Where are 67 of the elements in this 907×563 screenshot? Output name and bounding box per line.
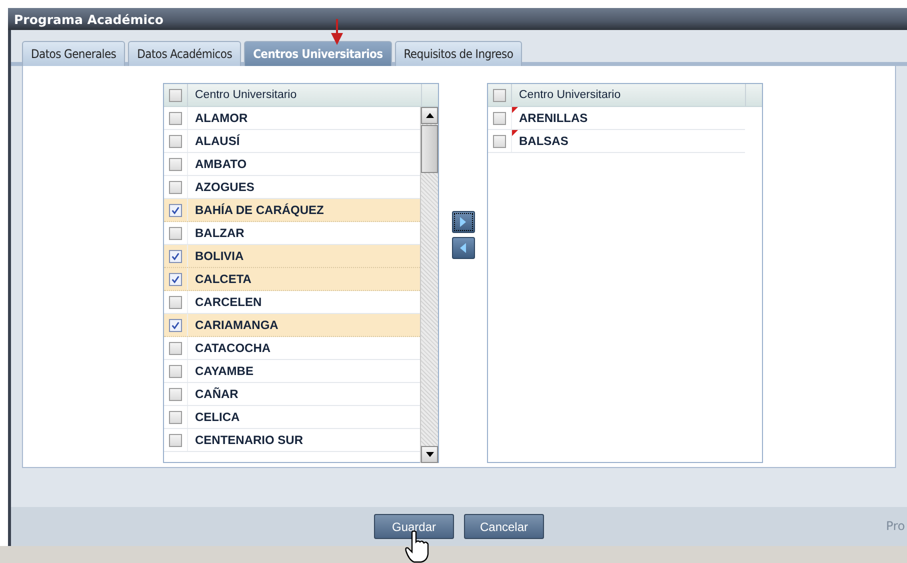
- scrollbar[interactable]: [420, 107, 438, 463]
- checkbox[interactable]: [169, 158, 182, 170]
- center-name: CARIAMANGA: [195, 318, 278, 332]
- center-name: AMBATO: [195, 157, 247, 171]
- checkbox[interactable]: [169, 342, 182, 354]
- list-row[interactable]: CAYAMBE: [164, 360, 420, 383]
- center-name: CALCETA: [195, 272, 252, 286]
- list-row[interactable]: ALAUSÍ: [164, 130, 420, 153]
- save-button[interactable]: Guardar: [374, 514, 454, 540]
- hand-cursor-icon: [405, 530, 429, 563]
- tab[interactable]: Datos Generales: [22, 41, 126, 66]
- center-name: CENTENARIO SUR: [195, 433, 304, 447]
- list-row[interactable]: CENTENARIO SUR: [164, 429, 420, 452]
- center-name: CARCELEN: [195, 295, 262, 309]
- center-name: CAYAMBE: [195, 364, 254, 378]
- left-triangle-icon: [460, 243, 466, 253]
- center-name: ALAMOR: [195, 111, 248, 125]
- list-row[interactable]: ARENILLAS: [488, 107, 745, 130]
- checkbox[interactable]: [169, 134, 182, 148]
- scrollbar-thumb[interactable]: [421, 125, 438, 173]
- checkbox[interactable]: [169, 272, 182, 286]
- tab[interactable]: Datos Académicos: [128, 41, 242, 66]
- center-name: BALSAS: [519, 134, 568, 148]
- center-name: CELICA: [195, 410, 240, 424]
- checkbox[interactable]: [169, 226, 182, 240]
- arrow-icon: [331, 19, 343, 45]
- right-triangle-icon: [460, 217, 466, 227]
- list-row[interactable]: CELICA: [164, 406, 420, 429]
- checkbox[interactable]: [169, 180, 182, 194]
- list-row[interactable]: CATACOCHA: [164, 337, 420, 360]
- list-row[interactable]: AMBATO: [164, 153, 420, 176]
- footer-text: Pro: [886, 519, 905, 534]
- tab[interactable]: Requisitos de Ingreso: [394, 41, 522, 66]
- up-arrow-icon[interactable]: [426, 113, 434, 118]
- center-name: CAÑAR: [195, 387, 238, 401]
- move-right-button[interactable]: [452, 211, 474, 233]
- center-name: CATACOCHA: [195, 341, 271, 355]
- checkbox[interactable]: [169, 112, 182, 124]
- center-name: BALZAR: [195, 226, 244, 240]
- down-arrow-icon[interactable]: [426, 452, 434, 457]
- center-name: AZOGUES: [195, 180, 254, 194]
- list-row[interactable]: BAHÍA DE CARÁQUEZ: [164, 199, 420, 222]
- checkbox[interactable]: [169, 88, 182, 102]
- list-row[interactable]: BALSAS: [488, 130, 745, 153]
- center-name: BAHÍA DE CARÁQUEZ: [195, 203, 324, 217]
- list-row[interactable]: CAÑAR: [164, 383, 420, 406]
- list-row[interactable]: BOLIVIA: [164, 245, 420, 268]
- checkbox[interactable]: [169, 204, 182, 216]
- checkbox[interactable]: [493, 88, 506, 102]
- center-name: ARENILLAS: [519, 111, 588, 125]
- checkbox[interactable]: [493, 112, 506, 124]
- checkbox[interactable]: [169, 388, 182, 400]
- checkbox[interactable]: [169, 296, 182, 308]
- list-row[interactable]: ALAMOR: [164, 107, 420, 130]
- center-name: ALAUSÍ: [195, 134, 240, 148]
- checkbox[interactable]: [169, 250, 182, 262]
- checkbox[interactable]: [169, 318, 182, 332]
- list-row[interactable]: CALCETA: [164, 268, 420, 291]
- checkbox[interactable]: [169, 410, 182, 424]
- checkbox[interactable]: [169, 434, 182, 446]
- window-title: Programa Académico: [8, 8, 907, 30]
- list-row[interactable]: CARIAMANGA: [164, 314, 420, 337]
- center-name: BOLIVIA: [195, 249, 244, 263]
- checkbox[interactable]: [169, 364, 182, 378]
- checkbox[interactable]: [493, 134, 506, 148]
- move-left-button[interactable]: [452, 237, 474, 259]
- cancel-button[interactable]: Cancelar: [464, 514, 544, 540]
